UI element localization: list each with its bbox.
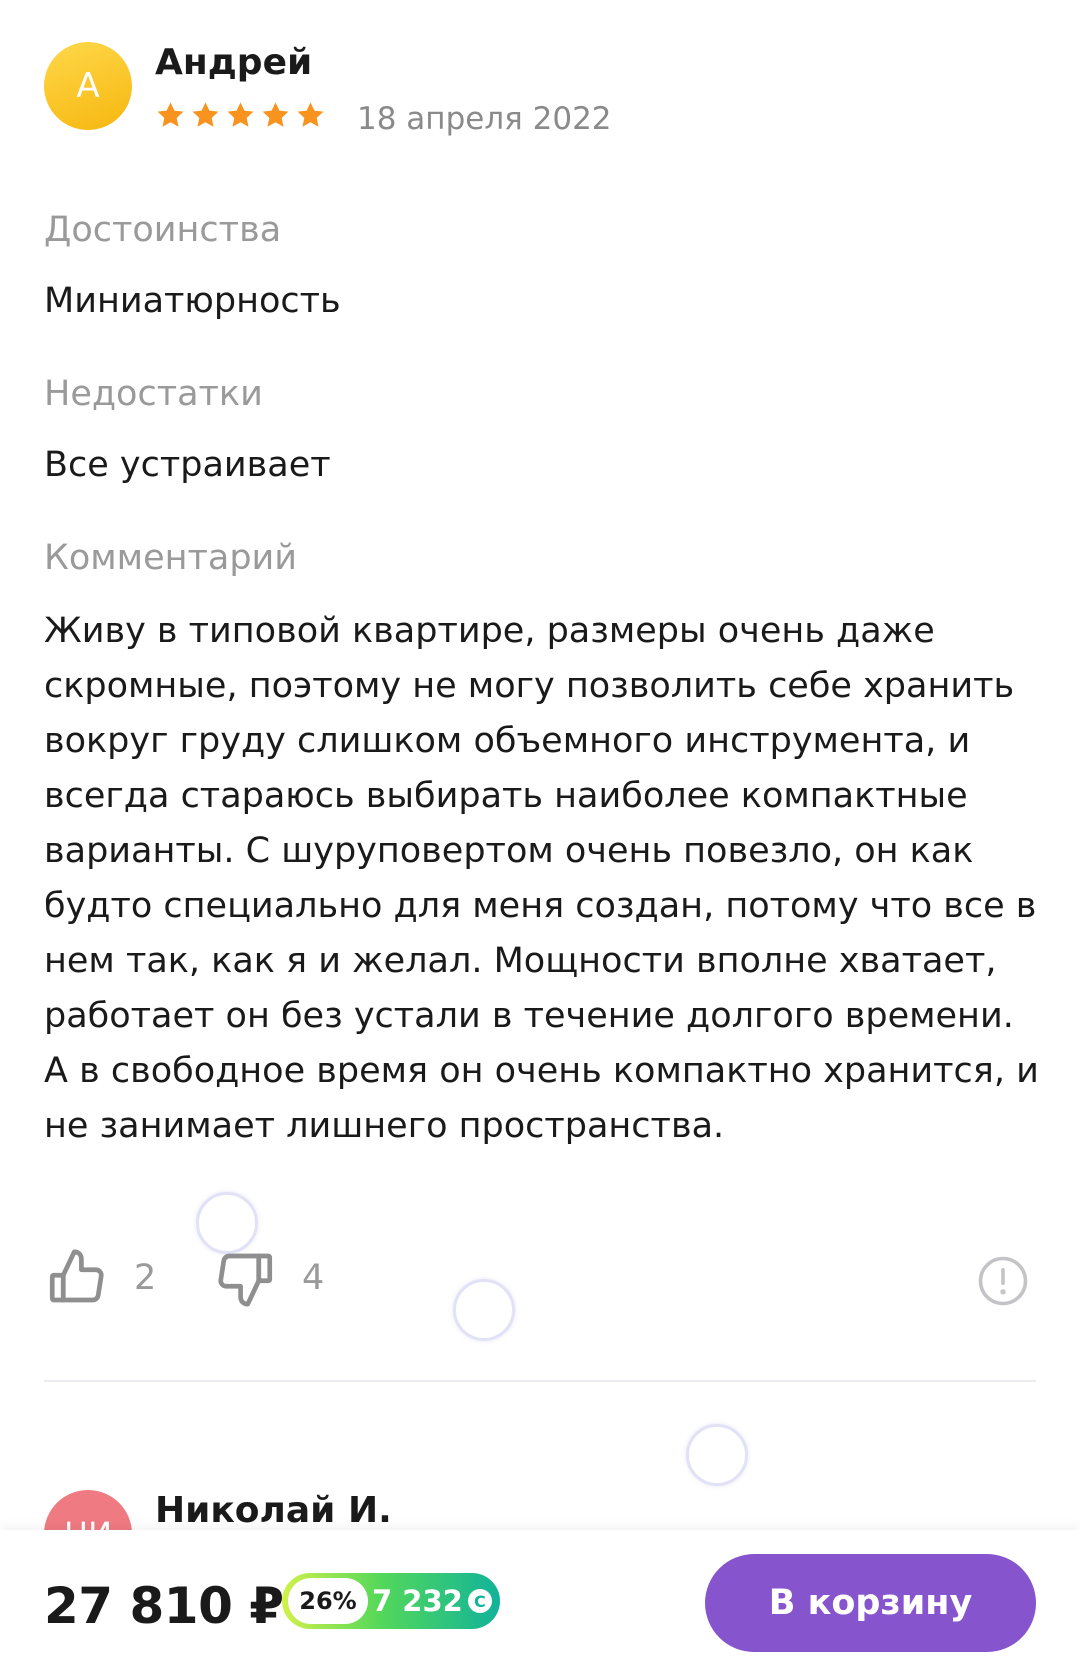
dislike-button[interactable]: 4 [212,1245,324,1311]
bottom-bar: 27 810 ₽ 26% 7 232 С В корзину [0,1530,1080,1675]
bonus-amount: 7 232 [372,1584,463,1618]
bonus-amount-wrap: 7 232 С [372,1573,492,1629]
next-review-author: Николай И. [155,1490,392,1531]
cons-text: Все устраивает [44,445,331,485]
rating-stars [155,100,326,131]
star-icon [227,102,254,127]
star-icon [262,102,289,127]
bonus-percent: 26% [288,1578,368,1624]
price: 27 810 ₽ [44,1577,284,1635]
touch-indicator [686,1424,748,1486]
dislike-count: 4 [302,1258,325,1298]
thumbs-up-icon [49,1249,104,1303]
report-icon[interactable] [976,1254,1030,1308]
avatar: А [44,42,132,130]
add-to-cart-button[interactable]: В корзину [705,1554,1036,1652]
touch-indicator [196,1192,258,1254]
star-icon [297,102,324,127]
review-date: 18 апреля 2022 [357,101,612,137]
bonus-coin-icon: С [467,1589,492,1613]
like-button[interactable]: 2 [44,1245,156,1311]
star-icon [192,102,219,127]
pros-text: Миниатюрность [44,281,341,321]
thumbs-down-icon [218,1253,273,1307]
cons-label: Недостатки [44,374,263,414]
comment-text: Живу в типовой квартире, размеры очень д… [44,611,1039,1146]
touch-indicator [453,1279,515,1341]
like-count: 2 [134,1258,157,1298]
divider [44,1380,1036,1382]
pros-label: Достоинства [44,210,282,250]
review-author: Андрей [155,42,313,83]
star-icon [157,102,184,127]
bonus-badge: 26% 7 232 С [282,1573,500,1629]
comment-label: Комментарий [44,538,298,578]
